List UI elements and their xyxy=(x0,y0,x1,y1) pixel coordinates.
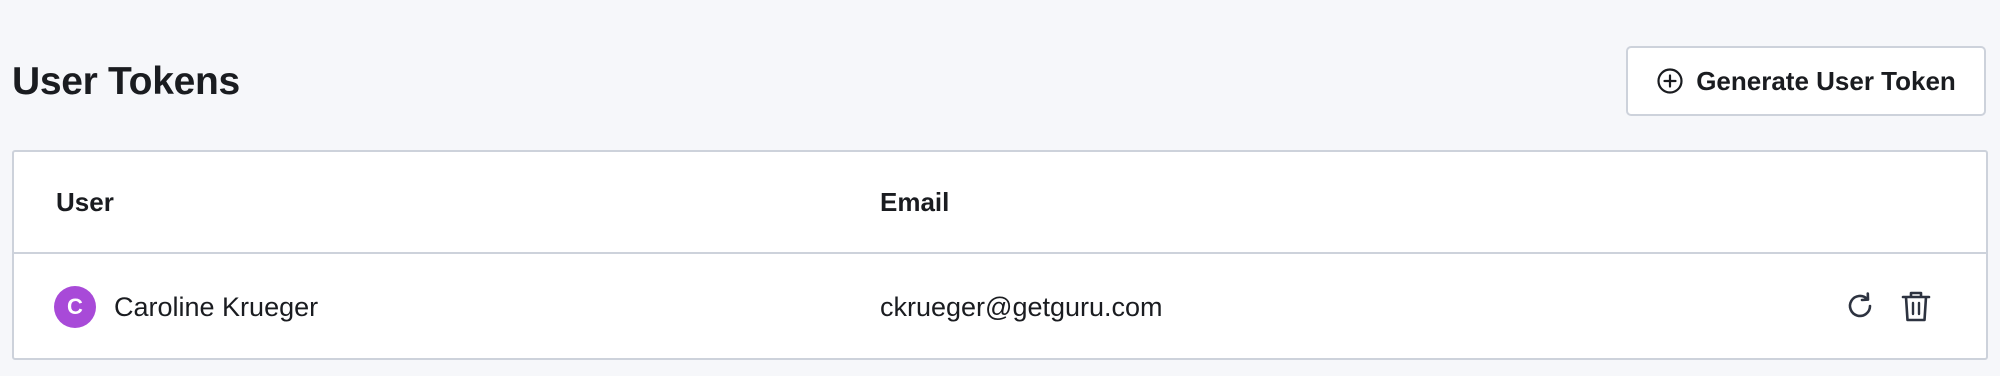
table-row: C Caroline Krueger ckrueger@getguru.com xyxy=(14,254,1986,358)
table-header: User Email xyxy=(14,152,1986,254)
generate-user-token-button[interactable]: Generate User Token xyxy=(1626,46,1986,116)
plus-circle-icon xyxy=(1656,67,1684,95)
page-title: User Tokens xyxy=(12,60,240,103)
column-header-user[interactable]: User xyxy=(56,184,114,220)
trash-icon[interactable] xyxy=(1896,286,1936,326)
user-name: Caroline Krueger xyxy=(114,292,319,322)
user-email: ckrueger@getguru.com xyxy=(880,292,1163,322)
avatar: C xyxy=(54,286,96,328)
user-tokens-table: User Email C Caroline Krueger ckrueger@g… xyxy=(12,150,1988,360)
refresh-icon[interactable] xyxy=(1840,286,1880,326)
generate-user-token-label: Generate User Token xyxy=(1696,65,1956,96)
column-header-email[interactable]: Email xyxy=(880,184,949,220)
